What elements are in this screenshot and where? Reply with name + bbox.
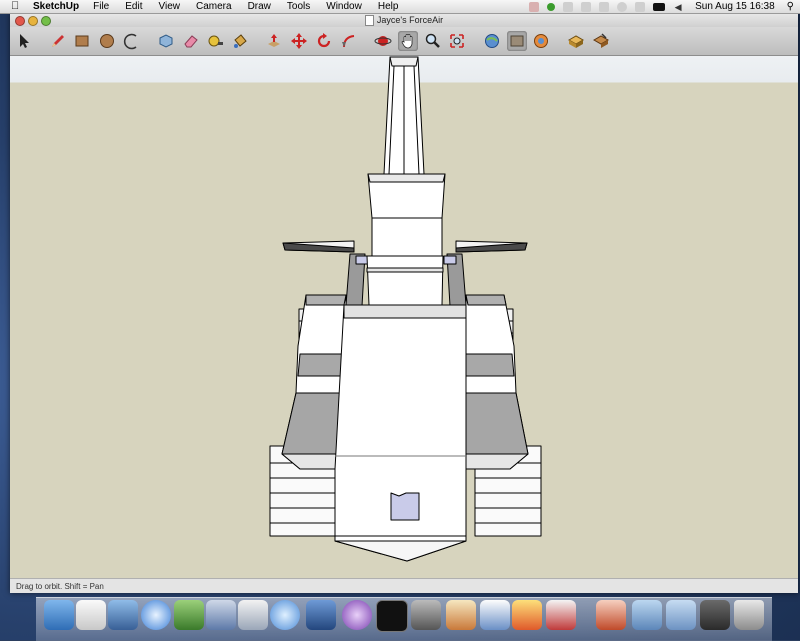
hovercraft-model: [269, 56, 542, 562]
green-status-icon[interactable]: [547, 2, 556, 11]
rotate-icon[interactable]: [314, 31, 334, 51]
menu-app-sketchup[interactable]: SketchUp: [33, 0, 79, 13]
sync-icon[interactable]: [581, 1, 592, 12]
wifi-icon[interactable]: [599, 1, 610, 12]
zoom-icon[interactable]: [423, 31, 443, 51]
materials-icon[interactable]: [591, 31, 611, 51]
3d-warehouse-icon[interactable]: [531, 31, 551, 51]
window-titlebar[interactable]: Jayce's ForceAir: [10, 13, 798, 27]
window-close-button[interactable]: [15, 16, 25, 26]
eraser-icon[interactable]: [181, 31, 201, 51]
menu-tools[interactable]: Tools: [287, 0, 310, 13]
iphoto-icon[interactable]: [174, 600, 204, 630]
downloads-stack-icon[interactable]: [700, 600, 730, 630]
menu-file[interactable]: File: [93, 0, 109, 13]
orbit-icon[interactable]: [373, 31, 393, 51]
mail-icon[interactable]: [108, 600, 138, 630]
bluetooth-icon[interactable]: [563, 1, 574, 12]
status-bar: Drag to orbit. Shift = Pan: [10, 578, 798, 593]
menu-window[interactable]: Window: [326, 0, 362, 13]
folder-icon[interactable]: [632, 600, 662, 630]
finder-icon[interactable]: [44, 600, 74, 630]
circle-icon[interactable]: [97, 31, 117, 51]
terminal-icon[interactable]: [376, 600, 408, 632]
menu-camera[interactable]: Camera: [196, 0, 232, 13]
get-models-icon[interactable]: [482, 31, 502, 51]
system-preferences-icon[interactable]: [306, 600, 336, 630]
sticky-icon[interactable]: [512, 600, 542, 630]
app-icon[interactable]: [596, 600, 626, 630]
trash-area-icons[interactable]: [546, 600, 576, 630]
make-component-icon[interactable]: [156, 31, 176, 51]
arc-icon[interactable]: [121, 31, 141, 51]
menu-bar:  SketchUp File Edit View Camera Draw To…: [0, 0, 800, 14]
pencil-icon[interactable]: [48, 31, 68, 51]
dock: [36, 597, 772, 641]
display-icon[interactable]: [653, 2, 666, 11]
move-icon[interactable]: [289, 31, 309, 51]
network-icon[interactable]: [270, 600, 300, 630]
window-zoom-button[interactable]: [41, 16, 51, 26]
sketchup-icon[interactable]: [411, 600, 441, 630]
menu-view[interactable]: View: [158, 0, 180, 13]
menu-clock[interactable]: Sun Aug 15 16:38: [695, 0, 775, 13]
follow-me-icon[interactable]: [339, 31, 359, 51]
photo-booth-icon[interactable]: [446, 600, 476, 630]
components-icon[interactable]: [566, 31, 586, 51]
status-menus: ◀ Sun Aug 15 16:38 ⚲: [521, 0, 794, 13]
trash-icon[interactable]: [734, 600, 764, 630]
keyboard-icon[interactable]: [635, 1, 646, 12]
script-status-icon[interactable]: [529, 1, 540, 12]
preview-icon[interactable]: [76, 600, 106, 630]
window-minimize-button[interactable]: [28, 16, 38, 26]
spotlight-icon[interactable]: ⚲: [787, 0, 794, 13]
pan-icon[interactable]: [398, 31, 418, 51]
model-viewport[interactable]: [10, 56, 798, 578]
tape-measure-icon[interactable]: [205, 31, 225, 51]
document-icon: [364, 14, 374, 26]
select-icon[interactable]: [14, 31, 34, 51]
share-model-icon[interactable]: [507, 31, 527, 51]
itunes-icon[interactable]: [206, 600, 236, 630]
apple-menu-icon[interactable]: : [11, 0, 19, 13]
menu-draw[interactable]: Draw: [248, 0, 271, 13]
push-pull-icon[interactable]: [264, 31, 284, 51]
documents-folder-icon[interactable]: [666, 600, 696, 630]
zoom-extents-icon[interactable]: [447, 31, 467, 51]
time-machine-icon[interactable]: [617, 1, 628, 12]
status-hint: Drag to orbit. Shift = Pan: [16, 582, 104, 591]
menu-list: SketchUp File Edit View Camera Draw Tool…: [33, 0, 414, 13]
office-icon[interactable]: [480, 600, 510, 630]
rectangle-icon[interactable]: [72, 31, 92, 51]
menu-help[interactable]: Help: [378, 0, 399, 13]
podcast-icon[interactable]: [342, 600, 372, 630]
window-title: Jayce's ForceAir: [376, 15, 444, 25]
paint-bucket-icon[interactable]: [230, 31, 250, 51]
safari-icon[interactable]: [141, 600, 171, 630]
xcode-icon[interactable]: [238, 600, 268, 630]
menu-edit[interactable]: Edit: [125, 0, 142, 13]
window-title-group: Jayce's ForceAir: [364, 13, 444, 27]
sketchup-window: Jayce's ForceAir Drag to orbit. Shift = …: [10, 13, 798, 593]
volume-icon[interactable]: ◀: [673, 2, 683, 12]
main-toolbar: [10, 27, 798, 56]
